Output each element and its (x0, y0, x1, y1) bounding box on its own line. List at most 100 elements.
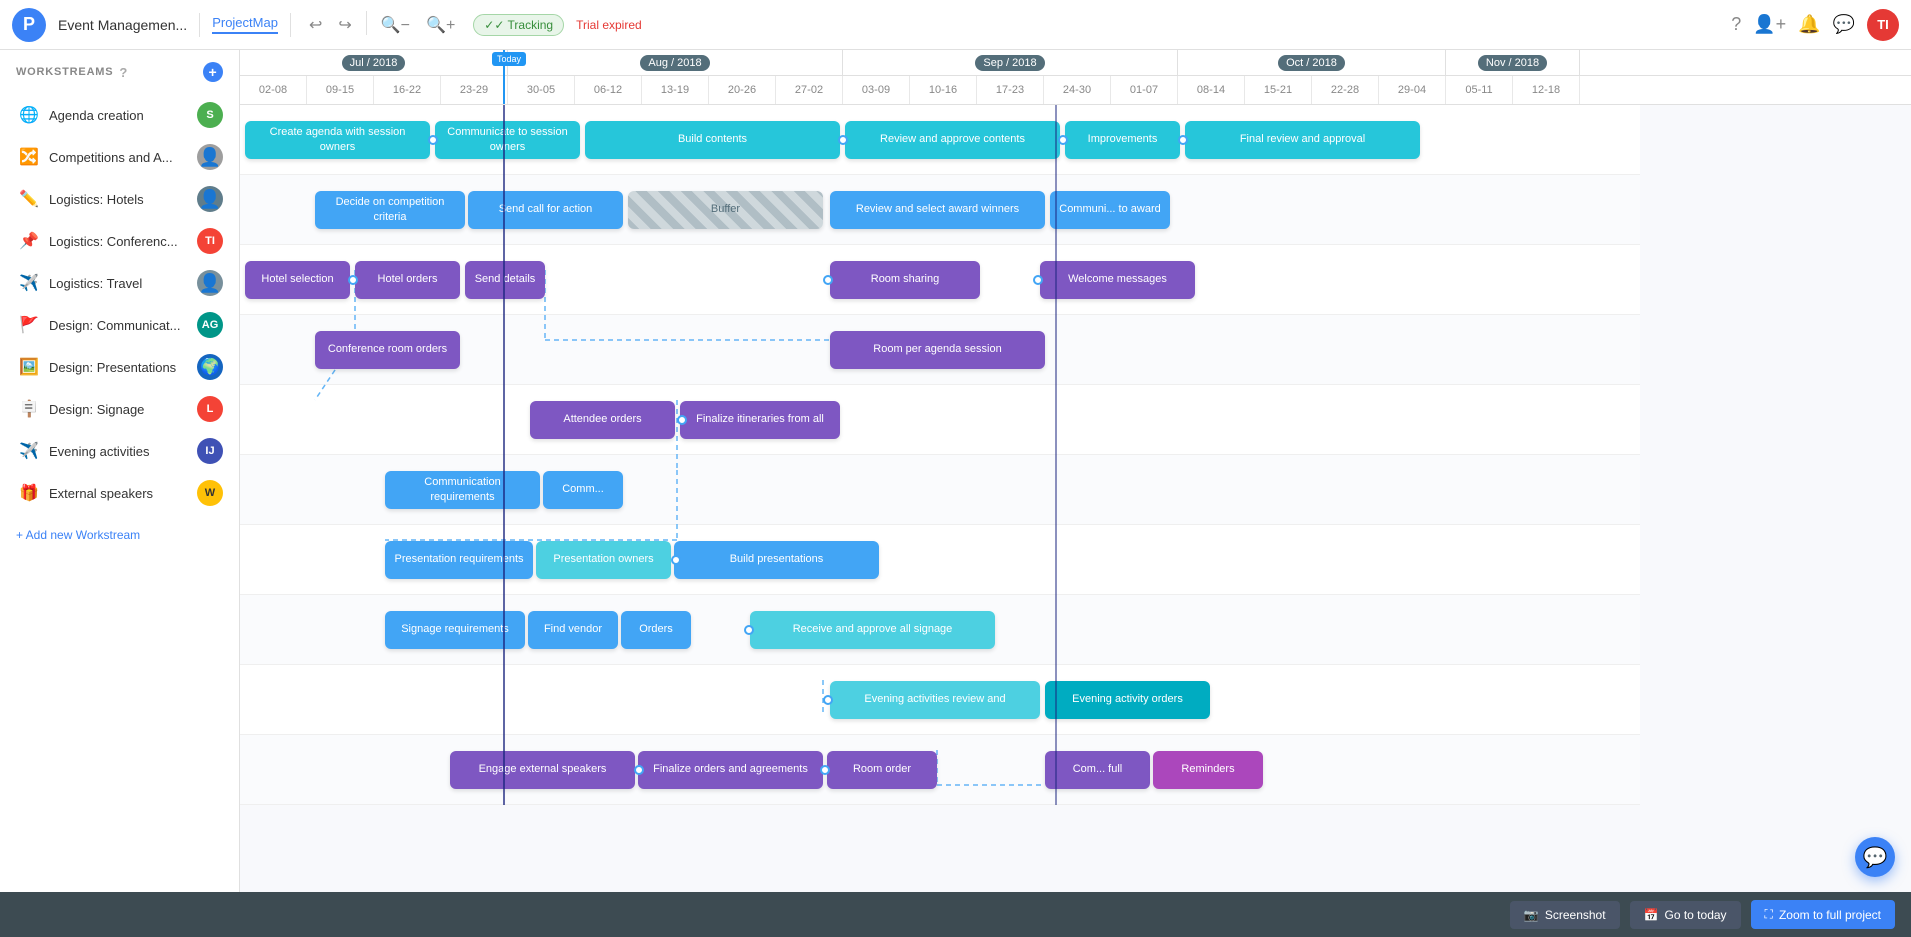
zoom-out-button[interactable]: 🔍− (375, 11, 416, 39)
add-workstream-button[interactable]: + (203, 62, 223, 82)
screenshot-button[interactable]: 📷 Screenshot (1510, 901, 1620, 929)
task-hotel-orders[interactable]: Hotel orders (355, 261, 460, 299)
sidebar-item-design-comm[interactable]: 🚩 Design: Communicat... AG (0, 304, 239, 346)
task-finalize-itineraries[interactable]: Finalize itineraries from all (680, 401, 840, 439)
trial-badge: Trial expired (576, 18, 642, 32)
task-attendee-orders[interactable]: Attendee orders (530, 401, 675, 439)
evening-avatar: IJ (197, 438, 223, 464)
timeline-weeks: 02-0809-1516-2223-2930-0506-1213-1920-26… (240, 76, 1911, 104)
task-receive-approve-signage[interactable]: Receive and approve all signage (750, 611, 995, 649)
add-workstream-link[interactable]: + Add new Workstream (16, 528, 140, 542)
task-hotel-selection[interactable]: Hotel selection (245, 261, 350, 299)
task-evening-orders[interactable]: Evening activity orders (1045, 681, 1210, 719)
notifications-icon[interactable]: 🔔 (1798, 14, 1820, 35)
divider2 (290, 13, 291, 37)
task-comm-short[interactable]: Comm... (543, 471, 623, 509)
sidebar-item-hotels[interactable]: ✏️ Logistics: Hotels 👤 (0, 178, 239, 220)
task-final-review[interactable]: Final review and approval (1185, 121, 1420, 159)
section-line (1055, 105, 1057, 805)
redo-button[interactable]: ↪ (332, 11, 357, 39)
tracking-label: ✓ Tracking (494, 18, 553, 32)
user-avatar[interactable]: TI (1867, 9, 1899, 41)
milestone-hotels2 (823, 275, 833, 285)
design-comm-label: Design: Communicat... (49, 318, 187, 333)
task-engage-speakers[interactable]: Engage external speakers (450, 751, 635, 789)
undo-button[interactable]: ↩ (303, 11, 328, 39)
task-orders[interactable]: Orders (621, 611, 691, 649)
tracking-badge[interactable]: ✓ ✓ Tracking (473, 14, 564, 36)
sidebar-item-speakers[interactable]: 🎁 External speakers W (0, 472, 239, 514)
task-com-full[interactable]: Com... full (1045, 751, 1150, 789)
task-pres-requirements[interactable]: Presentation requirements (385, 541, 533, 579)
evening-label: Evening activities (49, 444, 187, 459)
travel-avatar: 👤 (197, 270, 223, 296)
zoom-in-button[interactable]: 🔍+ (420, 11, 461, 39)
help-icon[interactable]: ? (1731, 14, 1741, 35)
task-build-presentations[interactable]: Build presentations (674, 541, 879, 579)
calendar-icon: 📅 (1644, 908, 1659, 922)
sidebar-item-presentations[interactable]: 🖼️ Design: Presentations 🌍 (0, 346, 239, 388)
sidebar-item-competitions[interactable]: 🔀 Competitions and A... 👤 (0, 136, 239, 178)
hotels-label: Logistics: Hotels (49, 192, 187, 207)
task-build-contents[interactable]: Build contents (585, 121, 840, 159)
sidebar-item-conference[interactable]: 📌 Logistics: Conferenc... TI (0, 220, 239, 262)
milestone-dot (428, 135, 438, 145)
agenda-label: Agenda creation (49, 108, 187, 123)
signage-avatar: L (197, 396, 223, 422)
add-member-icon[interactable]: 👤+ (1753, 14, 1786, 35)
project-name[interactable]: ProjectMap (212, 15, 278, 34)
task-finalize-orders[interactable]: Finalize orders and agreements (638, 751, 823, 789)
gantt-row-speakers: Engage external speakers Finalize orders… (240, 735, 1640, 805)
task-send-call[interactable]: Send call for action (468, 191, 623, 229)
gantt-rows: Create agenda with session owners Commun… (240, 105, 1640, 805)
conference-avatar: TI (197, 228, 223, 254)
milestone-evening1 (823, 695, 833, 705)
task-communicate-award[interactable]: Communi... to award (1050, 191, 1170, 229)
gantt-row-evening: Evening activities review and Evening ac… (240, 665, 1640, 735)
task-find-vendor[interactable]: Find vendor (528, 611, 618, 649)
sidebar-item-evening[interactable]: ✈️ Evening activities IJ (0, 430, 239, 472)
messages-icon[interactable]: 💬 (1833, 14, 1855, 35)
sidebar-item-signage[interactable]: 🪧 Design: Signage L (0, 388, 239, 430)
signage-icon: 🪧 (19, 399, 39, 419)
task-welcome-messages[interactable]: Welcome messages (1040, 261, 1195, 299)
sidebar-header: WORKSTREAMS ? + (0, 50, 239, 94)
task-improvements[interactable]: Improvements (1065, 121, 1180, 159)
task-review-award[interactable]: Review and select award winners (830, 191, 1045, 229)
task-reminders[interactable]: Reminders (1153, 751, 1263, 789)
today-line (503, 105, 505, 805)
task-pres-owners[interactable]: Presentation owners (536, 541, 671, 579)
signage-label: Design: Signage (49, 402, 187, 417)
topbar: P Event Managemen... ProjectMap ↩ ↪ 🔍− 🔍… (0, 0, 1911, 50)
gantt-body[interactable]: Create agenda with session owners Commun… (240, 105, 1911, 892)
chat-bubble[interactable]: 💬 (1855, 837, 1895, 877)
task-buffer[interactable]: Buffer (628, 191, 823, 229)
task-conference-orders[interactable]: Conference room orders (315, 331, 460, 369)
gantt-row-conference: Conference room orders Room per agenda s… (240, 315, 1640, 385)
screenshot-label: Screenshot (1545, 908, 1606, 922)
sidebar-item-travel[interactable]: ✈️ Logistics: Travel 👤 (0, 262, 239, 304)
app-title: Event Managemen... (58, 17, 187, 33)
zoom-full-button[interactable]: ⛶ Zoom to full project (1751, 900, 1895, 929)
task-room-sharing[interactable]: Room sharing (830, 261, 980, 299)
task-review-approve[interactable]: Review and approve contents (845, 121, 1060, 159)
gantt-row-design-comm: Communication requirements Comm... (240, 455, 1640, 525)
milestone-pres1 (671, 555, 681, 565)
tracking-check: ✓ (484, 18, 494, 32)
divider (199, 13, 200, 37)
evening-icon: ✈️ (19, 441, 39, 461)
task-create-agenda[interactable]: Create agenda with session owners (245, 121, 430, 159)
task-send-details[interactable]: Send details (465, 261, 545, 299)
workstreams-help-icon[interactable]: ? (119, 65, 128, 80)
task-communicate-session[interactable]: Communicate to session owners (435, 121, 580, 159)
task-room-order[interactable]: Room order (827, 751, 937, 789)
agenda-avatar: S (197, 102, 223, 128)
sidebar-item-agenda[interactable]: 🌐 Agenda creation S (0, 94, 239, 136)
goto-today-button[interactable]: 📅 Go to today (1630, 901, 1741, 929)
task-evening-review[interactable]: Evening activities review and (830, 681, 1040, 719)
task-room-agenda[interactable]: Room per agenda session (830, 331, 1045, 369)
task-comm-requirements[interactable]: Communication requirements (385, 471, 540, 509)
app-logo[interactable]: P (12, 8, 46, 42)
task-competition-criteria[interactable]: Decide on competition criteria (315, 191, 465, 229)
gantt-row-presentations: Presentation requirements Presentation o… (240, 525, 1640, 595)
